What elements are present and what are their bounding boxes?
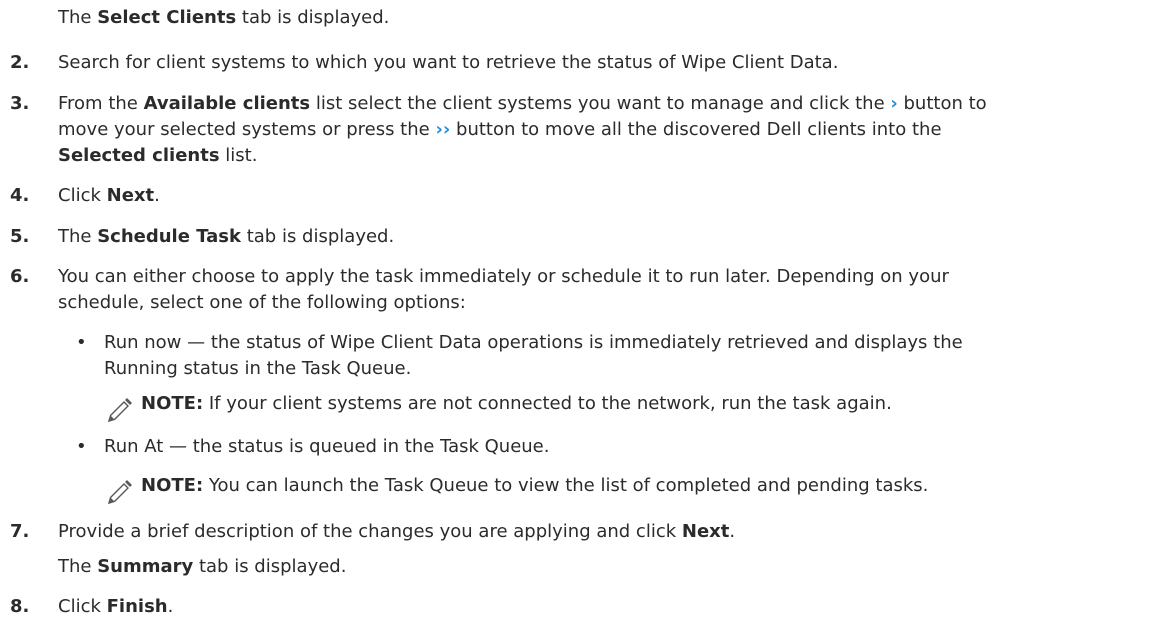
step-4-text: Click Next. (58, 185, 160, 206)
option-run-now-line-2: Running status in the Task Queue. (104, 358, 412, 379)
step-number: 5. (10, 226, 30, 247)
step-3-line-1: From the Available clients list select t… (58, 93, 987, 114)
step-number: 6. (10, 266, 30, 287)
bullet-icon: • (76, 332, 87, 353)
step-2-text: Search for client systems to which you w… (58, 52, 839, 73)
available-clients-label: Available clients (143, 93, 311, 114)
step-5-text: The Schedule Task tab is displayed. (58, 226, 395, 247)
note-pencil-icon (104, 395, 134, 425)
step-7-line-2: The Summary tab is displayed. (58, 556, 347, 577)
option-run-now-line-1: Run now — the status of Wipe Client Data… (104, 332, 963, 353)
step-6-line-1: You can either choose to apply the task … (58, 266, 949, 287)
note-1: NOTE: If your client systems are not con… (141, 393, 892, 414)
step-number: 2. (10, 52, 30, 73)
step-number: 3. (10, 93, 30, 114)
intro-text-end: tab is displayed. (236, 7, 390, 28)
step-number: 8. (10, 596, 30, 617)
intro-text: The (58, 7, 98, 28)
selected-clients-label: Selected clients (58, 145, 220, 166)
note-2: NOTE: You can launch the Task Queue to v… (141, 475, 929, 496)
step-7-line-1: Provide a brief description of the chang… (58, 521, 736, 542)
step-6-line-2: schedule, select one of the following op… (58, 292, 466, 313)
note-label: NOTE: (141, 475, 204, 496)
step-8-text: Click Finish. (58, 596, 174, 617)
step-3-line-3: Selected clients list. (58, 145, 258, 166)
bullet-icon: • (76, 436, 87, 457)
document-page: The Select Clients tab is displayed. 2. … (0, 0, 1165, 630)
intro-line: The Select Clients tab is displayed. (58, 6, 389, 30)
chevron-right-icon: › (890, 93, 898, 114)
step-number: 7. (10, 521, 30, 542)
double-chevron-right-icon: ›› (435, 119, 451, 140)
step-number: 4. (10, 185, 30, 206)
step-3-line-2: move your selected systems or press the … (58, 119, 942, 140)
option-run-at: Run At — the status is queued in the Tas… (104, 436, 550, 457)
intro-bold: Select Clients (97, 7, 237, 28)
note-pencil-icon (104, 477, 134, 507)
note-label: NOTE: (141, 393, 204, 414)
